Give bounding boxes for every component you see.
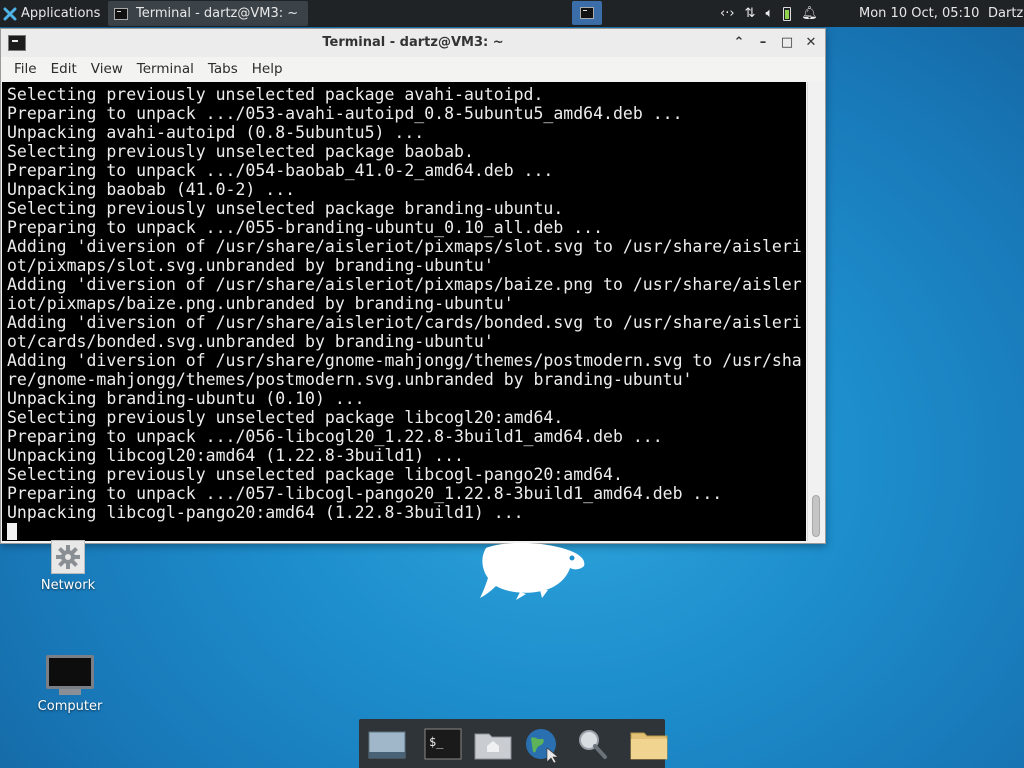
menu-edit[interactable]: Edit (44, 57, 84, 82)
dock-home-folder-button[interactable] (471, 724, 515, 764)
monitor-icon (25, 655, 115, 695)
terminal-line: Unpacking branding-ubuntu (0.10) ... (7, 389, 365, 408)
menu-help[interactable]: Help (245, 57, 290, 82)
desktop-icon-network[interactable]: Network (23, 540, 113, 593)
terminal-line: Selecting previously unselected package … (7, 85, 544, 104)
applications-menu-button[interactable]: Applications (0, 0, 109, 27)
terminal-line: Preparing to unpack .../053-avahi-autoip… (7, 104, 683, 123)
workspace-switcher[interactable] (572, 1, 602, 25)
terminal-scrollbar[interactable] (807, 82, 825, 541)
menu-bar: File Edit View Terminal Tabs Help (1, 57, 825, 82)
scrollbar-thumb[interactable] (812, 495, 820, 537)
window-titlebar[interactable]: Terminal - dartz@VM3: ~ ⌃ – □ ✕ (1, 29, 825, 58)
terminal-line: ot/cards/bonded.svg.unbranded by brandin… (7, 332, 494, 351)
terminal-line: ot/pixmaps/slot.svg.unbranded by brandin… (7, 256, 494, 275)
dock-web-browser-button[interactable] (521, 724, 565, 764)
battery-icon[interactable] (783, 6, 792, 21)
terminal-line: Unpacking avahi-autoipd (0.8-5ubuntu5) .… (7, 123, 425, 142)
xfce-logo-icon (3, 7, 17, 20)
show-desktop-icon (368, 731, 406, 758)
home-folder-icon (474, 733, 512, 759)
taskbar-terminal-button[interactable]: Terminal - dartz@VM3: ~ (108, 1, 308, 26)
terminal-line: Adding 'diversion of /usr/share/aislerio… (7, 237, 802, 256)
minimize-button[interactable]: – (755, 35, 771, 51)
terminal-icon (114, 7, 128, 20)
terminal-line: Selecting previously unselected package … (7, 465, 623, 484)
xfce-mouse-wallpaper-logo (480, 542, 585, 600)
close-button[interactable]: ✕ (803, 35, 819, 51)
show-desktop-button[interactable] (365, 724, 409, 764)
terminal-line: Selecting previously unselected package … (7, 142, 474, 161)
dock-files-button[interactable] (627, 724, 671, 764)
network-arrows-icon[interactable]: ‹·› (720, 6, 735, 21)
terminal-line: Unpacking libcogl20:amd64 (1.22.8-3build… (7, 446, 464, 465)
terminal-line: Unpacking libcogl-pango20:amd64 (1.22.8-… (7, 503, 524, 522)
terminal-line: Preparing to unpack .../054-baobab_41.0-… (7, 161, 554, 180)
desktop-icon-label: Computer (37, 699, 103, 714)
terminal-icon (580, 7, 594, 19)
search-icon (579, 729, 607, 759)
dock-terminal-button[interactable]: $_ (421, 724, 465, 764)
clock[interactable]: Mon 10 Oct, 05:10 (859, 0, 979, 27)
terminal-line: Adding 'diversion of /usr/share/gnome-ma… (7, 351, 802, 370)
terminal-line: iot/pixmaps/baize.png.unbranded by brand… (7, 294, 514, 313)
updown-arrows-icon[interactable]: ⇅ (745, 6, 756, 21)
window-title: Terminal - dartz@VM3: ~ (322, 35, 504, 50)
bell-icon[interactable]: 🔔︎ (801, 6, 818, 21)
desktop-icon-computer[interactable]: Computer (25, 655, 115, 714)
web-browser-icon (526, 728, 559, 763)
taskbar-terminal-label: Terminal - dartz@VM3: ~ (136, 6, 299, 21)
terminal-line: Adding 'diversion of /usr/share/aislerio… (7, 313, 802, 332)
terminal-line: Preparing to unpack .../057-libcogl-pang… (7, 484, 723, 503)
menu-terminal[interactable]: Terminal (130, 57, 201, 82)
svg-text:$_: $_ (429, 735, 444, 749)
shade-button[interactable]: ⌃ (731, 35, 747, 51)
speaker-icon[interactable]: 🔈︎ (765, 6, 773, 21)
menu-tabs[interactable]: Tabs (201, 57, 245, 82)
menu-file[interactable]: File (1, 57, 44, 82)
system-tray: ‹·› ⇅ 🔈︎ 🔔︎ (720, 0, 818, 27)
terminal-output[interactable]: Selecting previously unselected package … (2, 82, 806, 541)
terminal-line: Selecting previously unselected package … (7, 199, 564, 218)
terminal-line: Adding 'diversion of /usr/share/aislerio… (7, 275, 802, 294)
user-menu[interactable]: Dartz (988, 0, 1023, 27)
terminal-line: re/gnome-mahjongg/themes/postmodern.svg.… (7, 370, 693, 389)
dock-search-button[interactable] (571, 724, 615, 764)
terminal-line: Unpacking baobab (41.0-2) ... (7, 180, 296, 199)
top-panel: Applications Terminal - dartz@VM3: ~ ‹·›… (0, 0, 1024, 27)
terminal-line: Preparing to unpack .../056-libcogl20_1.… (7, 427, 663, 446)
desktop-icon-label: Network (40, 578, 96, 593)
bottom-dock: $_ (359, 719, 668, 768)
terminal-line: Preparing to unpack .../055-branding-ubu… (7, 218, 604, 237)
menu-view[interactable]: View (84, 57, 130, 82)
files-icon (630, 732, 668, 759)
maximize-button[interactable]: □ (779, 35, 795, 51)
applications-label: Applications (21, 6, 101, 21)
gear-icon (51, 540, 85, 574)
terminal-window: Terminal - dartz@VM3: ~ ⌃ – □ ✕ File Edi… (0, 28, 826, 544)
terminal-line: Selecting previously unselected package … (7, 408, 564, 427)
terminal-cursor (7, 523, 17, 540)
terminal-icon: $_ (424, 728, 462, 759)
